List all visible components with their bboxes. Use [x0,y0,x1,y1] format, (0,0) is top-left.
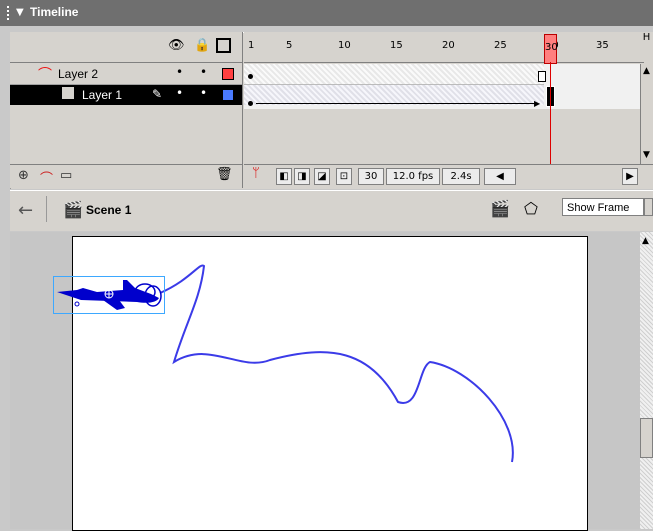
motion-guide-path [159,264,514,463]
selection-bounding-box [53,276,165,314]
